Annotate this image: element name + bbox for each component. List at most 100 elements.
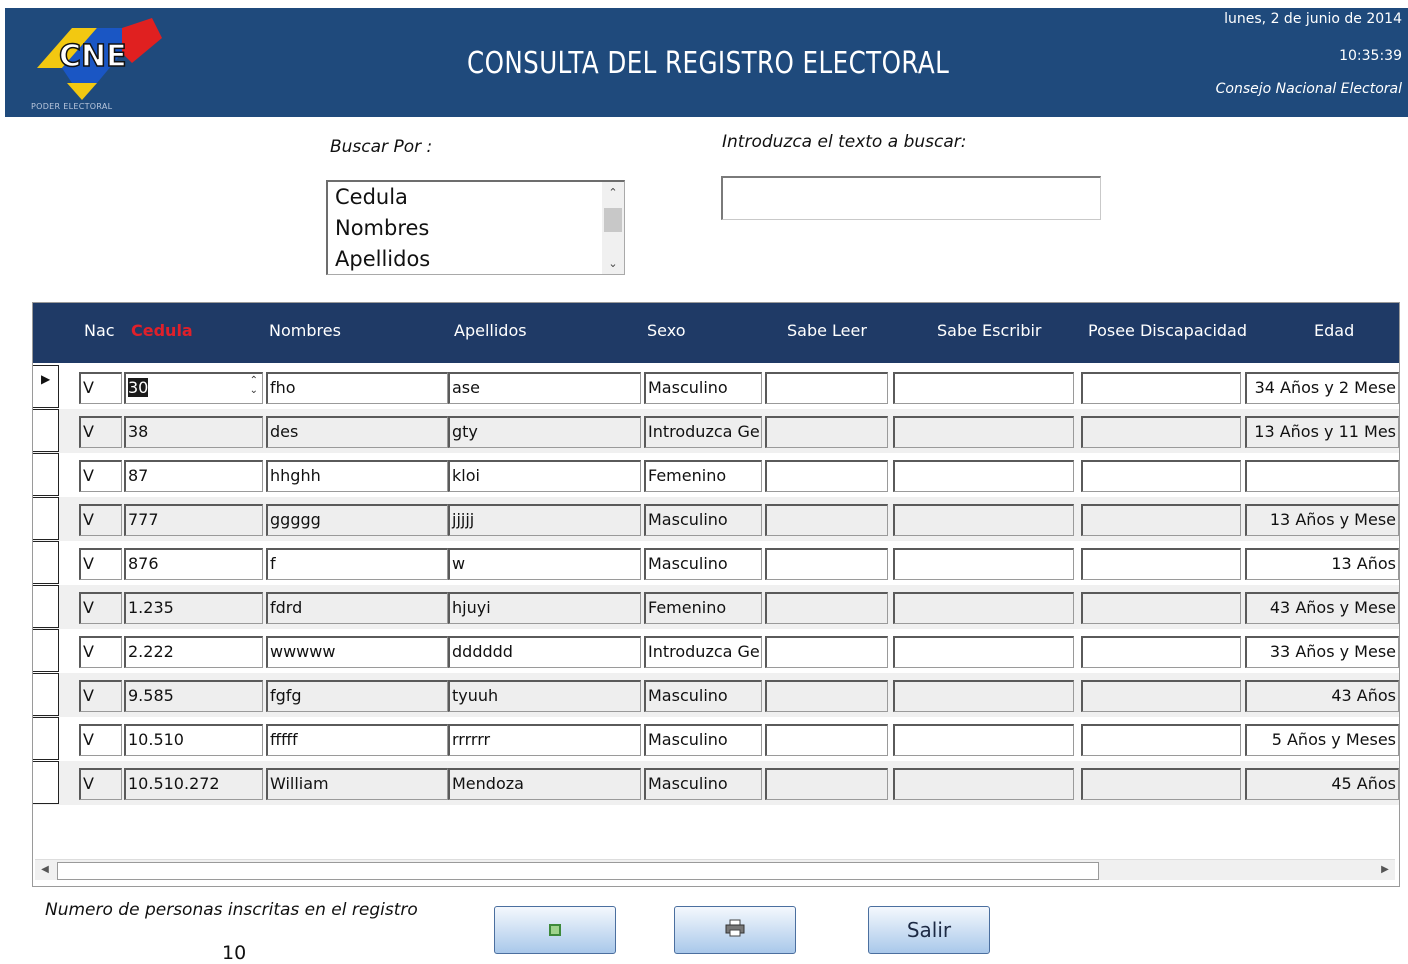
cell-cedula[interactable]: 876 — [124, 548, 263, 580]
cell-sabe-leer[interactable] — [765, 460, 888, 492]
cell-edad[interactable]: 13 Años y 11 Mes — [1245, 416, 1399, 448]
cell-sabe-leer[interactable] — [765, 680, 888, 712]
spinner-icon[interactable]: ⌃ ⌄ — [250, 376, 258, 396]
cell-sexo[interactable]: Masculino — [644, 680, 762, 712]
table-row[interactable]: ▶ V 30 ⌃ ⌄ fho ase Masculino 34 Años y 2 Mese — [33, 365, 1399, 409]
column-header-edad[interactable]: Edad — [1314, 321, 1354, 340]
cell-cedula[interactable]: 2.222 — [124, 636, 263, 668]
cell-sexo[interactable]: Femenino — [644, 460, 762, 492]
cell-sabe-leer[interactable] — [765, 372, 888, 404]
exit-button[interactable]: Salir — [868, 906, 990, 954]
cell-apellidos[interactable]: dddddd — [448, 636, 641, 668]
grid-scroll-thumb[interactable] — [57, 862, 1099, 880]
cell-nac[interactable]: V — [79, 680, 122, 712]
cell-cedula[interactable]: 1.235 — [124, 592, 263, 624]
cell-sabe-leer[interactable] — [765, 768, 888, 800]
cell-sexo[interactable]: Masculino — [644, 548, 762, 580]
cell-sexo[interactable]: Masculino — [644, 504, 762, 536]
column-header-discapacidad[interactable]: Posee Discapacidad — [1088, 321, 1247, 340]
cell-edad[interactable]: 34 Años y 2 Mese — [1245, 372, 1399, 404]
cell-edad[interactable]: 13 Años — [1245, 548, 1399, 580]
cell-nac[interactable]: V — [79, 372, 122, 404]
row-selector[interactable] — [33, 585, 59, 628]
print-button[interactable] — [674, 906, 796, 954]
grid-horizontal-scrollbar[interactable]: ◀ ▶ — [35, 859, 1395, 880]
search-text-input[interactable] — [721, 176, 1101, 220]
cell-discapacidad[interactable] — [1081, 548, 1241, 580]
cell-nac[interactable]: V — [79, 724, 122, 756]
cell-discapacidad[interactable] — [1081, 724, 1241, 756]
cell-sabe-escribir[interactable] — [893, 504, 1074, 536]
cell-sabe-leer[interactable] — [765, 636, 888, 668]
cell-discapacidad[interactable] — [1081, 372, 1241, 404]
export-button[interactable] — [494, 906, 616, 954]
cell-sabe-leer[interactable] — [765, 724, 888, 756]
cell-nac[interactable]: V — [79, 592, 122, 624]
cell-sexo[interactable]: Masculino — [644, 768, 762, 800]
cell-nombres[interactable]: ggggg — [266, 504, 448, 536]
cell-sabe-escribir[interactable] — [893, 460, 1074, 492]
cell-cedula[interactable]: 9.585 — [124, 680, 263, 712]
column-header-cedula[interactable]: Cedula — [131, 321, 193, 340]
column-header-sabe-escribir[interactable]: Sabe Escribir — [937, 321, 1042, 340]
cell-cedula[interactable]: 777 — [124, 504, 263, 536]
cell-nombres[interactable]: f — [266, 548, 448, 580]
row-selector[interactable] — [33, 453, 59, 496]
cell-sabe-escribir[interactable] — [893, 768, 1074, 800]
row-selector[interactable] — [33, 673, 59, 716]
cell-sexo[interactable]: Femenino — [644, 592, 762, 624]
cell-discapacidad[interactable] — [1081, 592, 1241, 624]
search-by-listbox[interactable]: Cedula Nombres Apellidos ⌃ ⌄ — [326, 180, 625, 275]
column-header-apellidos[interactable]: Apellidos — [454, 321, 527, 340]
scroll-left-icon[interactable]: ◀ — [36, 861, 54, 879]
cell-cedula[interactable]: 10.510.272 — [124, 768, 263, 800]
cell-discapacidad[interactable] — [1081, 680, 1241, 712]
scroll-up-icon[interactable]: ⌃ — [602, 186, 624, 199]
cell-nac[interactable]: V — [79, 768, 122, 800]
cell-nac[interactable]: V — [79, 636, 122, 668]
cell-apellidos[interactable]: ase — [448, 372, 641, 404]
cell-discapacidad[interactable] — [1081, 460, 1241, 492]
listbox-scrollbar[interactable]: ⌃ ⌄ — [602, 182, 624, 274]
cell-sexo[interactable]: Masculino — [644, 372, 762, 404]
search-option-cedula[interactable]: Cedula — [328, 182, 624, 213]
cell-sabe-leer[interactable] — [765, 592, 888, 624]
table-row[interactable]: V 10.510.272 William Mendoza Masculino 45 Año… — [33, 761, 1399, 805]
cell-sabe-escribir[interactable] — [893, 724, 1074, 756]
cell-apellidos[interactable]: w — [448, 548, 641, 580]
cell-edad[interactable]: 13 Años y Mese — [1245, 504, 1399, 536]
cell-cedula[interactable]: 87 — [124, 460, 263, 492]
row-selector[interactable] — [33, 761, 59, 804]
cell-cedula[interactable]: 10.510 — [124, 724, 263, 756]
cell-edad[interactable]: 45 Años — [1245, 768, 1399, 800]
table-row[interactable]: V 2.222 wwwww dddddd Introduzca Ger 33 Años y… — [33, 629, 1399, 673]
cell-sexo[interactable]: Introduzca Ger — [644, 636, 762, 668]
cell-nac[interactable]: V — [79, 548, 122, 580]
cell-edad[interactable]: 43 Años y Mese — [1245, 592, 1399, 624]
cell-nombres[interactable]: fho — [266, 372, 448, 404]
cell-sabe-escribir[interactable] — [893, 680, 1074, 712]
cell-apellidos[interactable]: jjjjj — [448, 504, 641, 536]
row-selector[interactable] — [33, 497, 59, 540]
cell-nac[interactable]: V — [79, 460, 122, 492]
cell-apellidos[interactable]: gty — [448, 416, 641, 448]
cell-sabe-escribir[interactable] — [893, 548, 1074, 580]
cell-discapacidad[interactable] — [1081, 504, 1241, 536]
cell-nombres[interactable]: fffff — [266, 724, 448, 756]
cell-nac[interactable]: V — [79, 416, 122, 448]
cell-edad[interactable] — [1245, 460, 1399, 492]
cell-discapacidad[interactable] — [1081, 416, 1241, 448]
table-row[interactable]: V 876 f w Masculino 13 Años — [33, 541, 1399, 585]
table-row[interactable]: V 9.585 fgfg tyuuh Masculino 43 Años — [33, 673, 1399, 717]
cell-discapacidad[interactable] — [1081, 636, 1241, 668]
column-header-nombres[interactable]: Nombres — [269, 321, 341, 340]
cell-edad[interactable]: 33 Años y Mese — [1245, 636, 1399, 668]
cell-cedula[interactable]: 30 ⌃ ⌄ — [124, 372, 263, 404]
table-row[interactable]: V 1.235 fdrd hjuyi Femenino 43 Años y Mese — [33, 585, 1399, 629]
cell-nombres[interactable]: hhghh — [266, 460, 448, 492]
cell-sabe-leer[interactable] — [765, 548, 888, 580]
cell-edad[interactable]: 5 Años y Meses — [1245, 724, 1399, 756]
search-option-apellidos[interactable]: Apellidos — [328, 244, 624, 274]
row-selector[interactable] — [33, 717, 59, 760]
cell-apellidos[interactable]: Mendoza — [448, 768, 641, 800]
